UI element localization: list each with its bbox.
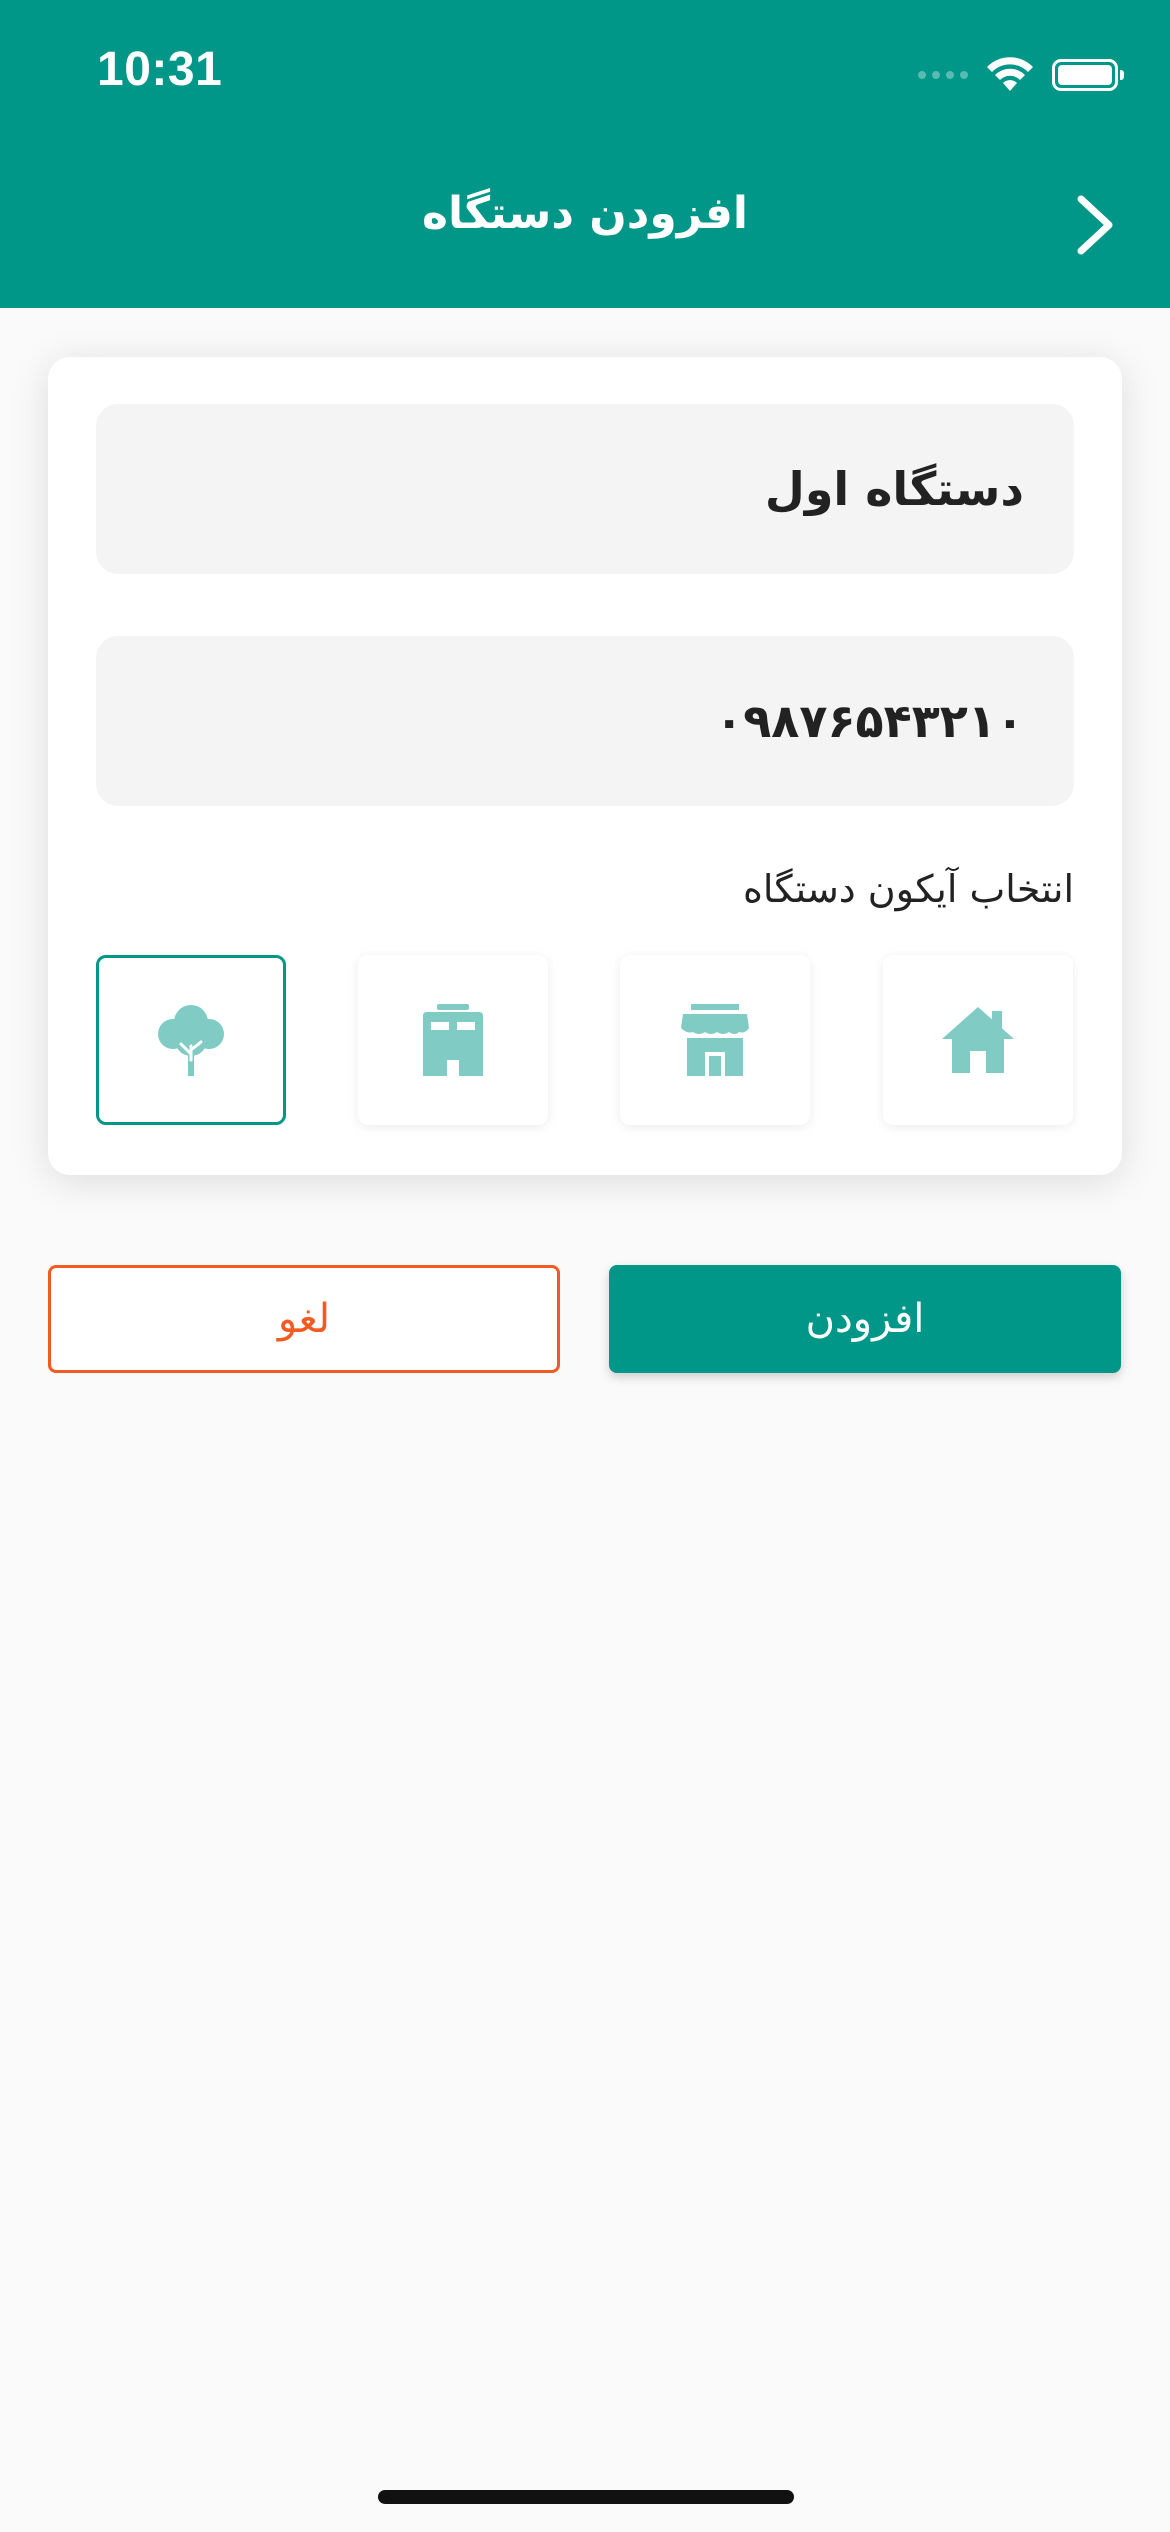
icon-option-shop[interactable] (620, 955, 810, 1125)
home-icon (942, 1007, 1014, 1073)
icon-option-tree[interactable] (96, 955, 286, 1125)
chevron-right-icon (1077, 195, 1113, 255)
status-icons (918, 50, 1124, 100)
page-title: افزودن دستگاه (422, 188, 748, 239)
back-button[interactable] (1060, 190, 1130, 260)
icon-option-building[interactable] (358, 955, 548, 1125)
tree-icon (158, 1005, 224, 1076)
icon-section-label: انتخاب آیکون دستگاه (743, 867, 1074, 911)
phone-input[interactable] (144, 693, 1026, 749)
phone-field[interactable] (96, 636, 1074, 806)
home-indicator (378, 2490, 794, 2504)
app-header: 10:31 افزودن دستگاه (0, 0, 1170, 308)
wifi-icon (987, 57, 1033, 91)
device-name-field[interactable] (96, 404, 1074, 574)
device-form-card: انتخاب آیکون دستگاه (48, 357, 1122, 1175)
status-time: 10:31 (97, 43, 223, 96)
shop-icon (681, 1004, 749, 1076)
device-name-input[interactable] (144, 461, 1026, 517)
cancel-button[interactable]: لغو (48, 1265, 560, 1373)
add-button[interactable]: افزودن (609, 1265, 1121, 1373)
battery-icon (1052, 59, 1124, 91)
building-icon (423, 1004, 483, 1076)
signal-icon (918, 71, 968, 79)
icon-option-home[interactable] (883, 955, 1073, 1125)
